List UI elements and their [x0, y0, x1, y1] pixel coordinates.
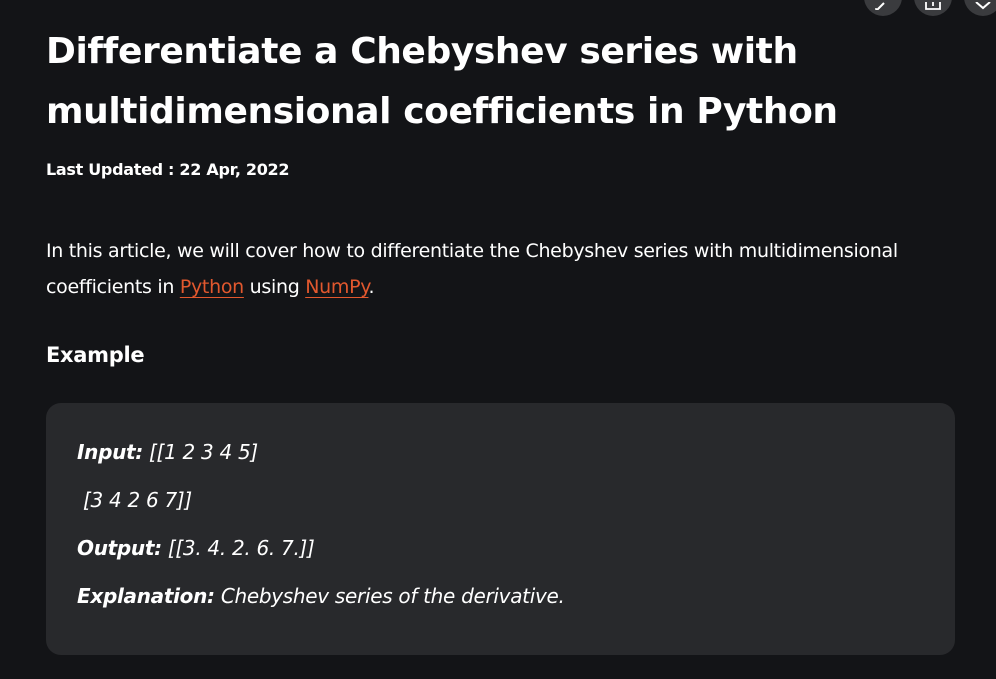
article-actions [864, 0, 996, 16]
last-updated-date: Last Updated : 22 Apr, 2022 [46, 160, 290, 179]
share-icon [925, 2, 941, 10]
numpy-link[interactable]: NumPy [305, 276, 369, 298]
intro-text-end: . [368, 276, 375, 298]
output-value: [[3. 4. 2. 6. 7.]] [161, 536, 315, 560]
output-label: Output: [77, 536, 162, 560]
python-link[interactable]: Python [180, 276, 244, 298]
article-page: Differentiate a Chebyshev series with mu… [0, 0, 996, 679]
bookmark-icon [975, 2, 991, 10]
input-value: [[1 2 3 4 5] [143, 440, 258, 464]
share-button[interactable] [914, 0, 952, 16]
edit-button[interactable] [864, 0, 902, 16]
explanation-line: Explanation: Chebyshev series of the der… [77, 572, 924, 620]
edit-icon [875, 2, 885, 10]
example-code-block: Input: [[1 2 3 4 5] [3 4 2 6 7]] Output:… [46, 403, 955, 655]
explanation-label: Explanation: [77, 584, 215, 608]
article-intro: In this article, we will cover how to di… [46, 233, 946, 305]
example-heading: Example [46, 343, 145, 367]
intro-text: In this article, we will cover how to di… [46, 240, 898, 298]
input-line: Input: [[1 2 3 4 5] [77, 428, 924, 476]
input-value-continued: [3 4 2 6 7]] [77, 488, 192, 512]
input-label: Input: [77, 440, 143, 464]
article-title: Differentiate a Chebyshev series with mu… [46, 31, 838, 132]
explanation-value: Chebyshev series of the derivative. [214, 584, 565, 608]
output-line: Output: [[3. 4. 2. 6. 7.]] [77, 524, 924, 572]
bookmark-button[interactable] [964, 0, 996, 16]
input-line-continued: [3 4 2 6 7]] [77, 476, 924, 524]
intro-text-middle: using [243, 276, 306, 298]
